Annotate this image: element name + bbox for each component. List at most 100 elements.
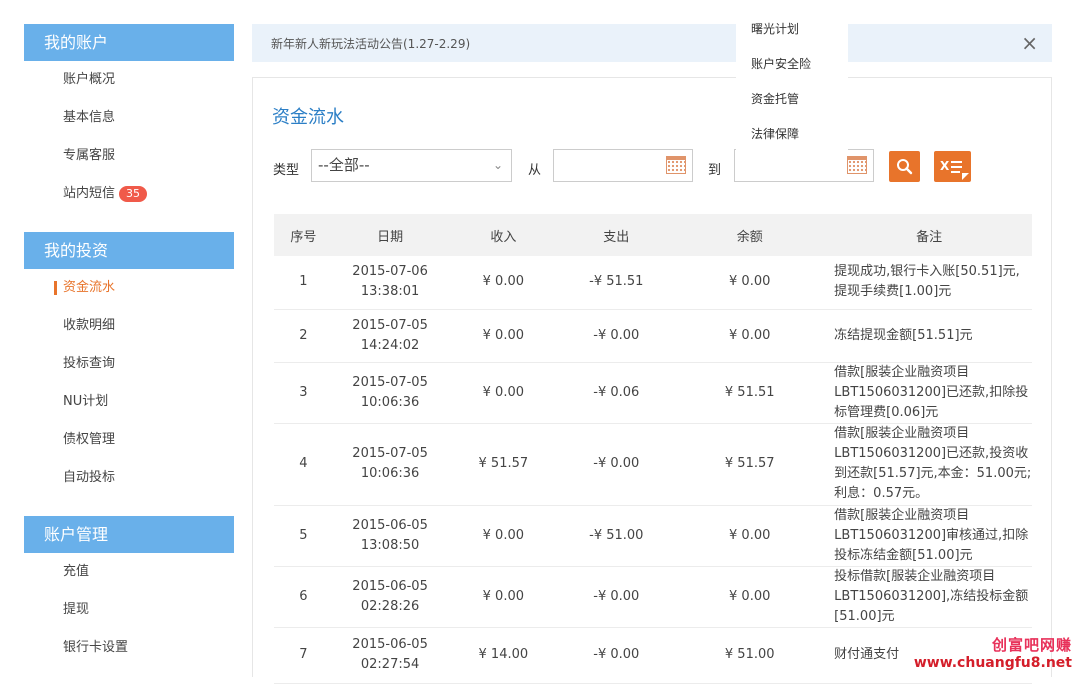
sidebar-header-account-management[interactable]: 账户管理 — [24, 516, 234, 553]
cell-expense: -¥ 0.00 — [559, 423, 674, 506]
cell-expense: -¥ 51.51 — [559, 256, 674, 310]
sidebar-item-bank-card-settings[interactable]: 银行卡设置 — [24, 629, 234, 667]
column-header-seq: 序号 — [274, 214, 333, 256]
watermark-url: www.chuangfu8.net — [913, 655, 1072, 671]
cell-expense: -¥ 0.06 — [559, 362, 674, 424]
sidebar-item-basic-info[interactable]: 基本信息 — [24, 99, 234, 137]
search-button[interactable] — [889, 151, 920, 182]
cell-seq: 3 — [274, 362, 333, 424]
cell-balance: ¥ 0.00 — [673, 566, 827, 628]
search-icon — [897, 159, 913, 175]
cell-income: ¥ 0.00 — [447, 505, 560, 567]
type-label: 类型 — [273, 163, 300, 178]
cell-date-time: 02:28:26 — [360, 598, 420, 614]
cell-date: 2015-07-06 13:38:01 — [332, 256, 448, 310]
start-date-input[interactable] — [553, 149, 693, 182]
sidebar-item-bid-query[interactable]: 投标查询 — [24, 345, 234, 383]
table-row: 2 2015-07-05 14:24:02 ¥ 0.00 -¥ 0.00 ¥ 0.00 冻结… — [274, 309, 1032, 363]
sidebar-group-investment: 我的投资 资金流水 收款明细 投标查询 NU计划 债权管理 自动投标 — [24, 232, 234, 497]
table-row: 3 2015-07-05 10:06:36 ¥ 0.00 -¥ 0.06 ¥ 51.51 借… — [274, 362, 1032, 424]
note-line: LBT1506031200],冻结投标金额 — [834, 588, 1029, 604]
column-header-income: 收入 — [447, 214, 560, 256]
cell-seq: 6 — [274, 566, 333, 628]
sidebar: 我的账户 账户概况 基本信息 专属客服 站内短信 35 我的投资 资金流水 收款明… — [24, 24, 234, 667]
cell-balance: ¥ 51.51 — [673, 362, 827, 424]
sidebar-header-my-investment[interactable]: 我的投资 — [24, 232, 234, 269]
unread-count-badge: 35 — [119, 185, 148, 202]
type-select[interactable]: --全部-- ⌄ — [311, 149, 512, 182]
cell-seq: 4 — [274, 423, 333, 506]
dropdown-item-fund-custody[interactable]: 资金托管 — [736, 82, 848, 117]
close-icon[interactable]: × — [1021, 31, 1038, 55]
cell-date-day: 2015-07-05 — [352, 317, 428, 333]
announcement-text[interactable]: 新年新人新玩法活动公告(1.27-2.29) — [271, 35, 470, 52]
cell-expense: -¥ 0.00 — [559, 566, 674, 628]
table-row: 5 2015-06-05 13:08:50 ¥ 0.00 -¥ 51.00 ¥ 0.00 借… — [274, 505, 1032, 567]
sidebar-item-debt-management[interactable]: 债权管理 — [24, 421, 234, 459]
cell-date-day: 2015-06-05 — [352, 517, 428, 533]
dropdown-item-legal-protection[interactable]: 法律保障 — [736, 117, 848, 152]
sidebar-group-account: 我的账户 账户概况 基本信息 专属客服 站内短信 35 — [24, 24, 234, 213]
cell-date-day: 2015-06-05 — [352, 578, 428, 594]
export-excel-button[interactable]: X — [934, 151, 971, 182]
table-row: 6 2015-06-05 02:28:26 ¥ 0.00 -¥ 0.00 ¥ 0.00 投标… — [274, 566, 1032, 628]
dropdown-item-account-insurance[interactable]: 账户安全险 — [736, 47, 848, 82]
cell-note: 借款[服装企业融资项目 LBT1506031200]已还款,扣除投 标管理费[0.0… — [826, 362, 1032, 424]
cell-date-day: 2015-07-06 — [352, 264, 428, 280]
sidebar-header-my-account[interactable]: 我的账户 — [24, 24, 234, 61]
sidebar-item-messages[interactable]: 站内短信 35 — [24, 175, 234, 213]
fund-flow-table: 序号 日期 收入 支出 余额 备注 1 2015-07-06 13:38:01 ¥ 0… — [274, 214, 1032, 684]
cell-date: 2015-07-05 10:06:36 — [332, 423, 448, 506]
end-date-input[interactable] — [734, 149, 874, 182]
cell-seq: 5 — [274, 505, 333, 567]
cell-expense: -¥ 0.00 — [559, 309, 674, 363]
sidebar-item-receipt-details[interactable]: 收款明细 — [24, 307, 234, 345]
announcement-bar: 新年新人新玩法活动公告(1.27-2.29) × — [252, 24, 1052, 62]
note-line: 投标借款[服装企业融资项目 — [834, 568, 996, 584]
dropdown-item-dawn-plan[interactable]: 曙光计划 — [736, 12, 848, 47]
calendar-icon[interactable] — [666, 156, 686, 174]
cell-date-time: 10:06:36 — [360, 394, 420, 410]
column-header-date: 日期 — [332, 214, 448, 256]
note-line: 投标冻结金额[51.00]元 — [834, 547, 973, 563]
cell-date-day: 2015-07-05 — [352, 374, 428, 390]
cell-expense: -¥ 0.00 — [559, 627, 674, 684]
cell-balance: ¥ 51.00 — [673, 627, 827, 684]
column-header-expense: 支出 — [559, 214, 674, 256]
cell-date-time: 02:27:54 — [360, 657, 420, 672]
note-line: LBT1506031200]已还款,扣除投 — [834, 384, 1029, 400]
sidebar-item-auto-bid[interactable]: 自动投标 — [24, 459, 234, 497]
sidebar-item-withdraw[interactable]: 提现 — [24, 591, 234, 629]
sidebar-item-nu-plan[interactable]: NU计划 — [24, 383, 234, 421]
cell-date-time: 13:38:01 — [360, 284, 420, 300]
calendar-icon[interactable] — [847, 156, 867, 174]
table-row: 1 2015-07-06 13:38:01 ¥ 0.00 -¥ 51.51 ¥ 0.00 提… — [274, 256, 1032, 310]
note-line: LBT1506031200]审核通过,扣除 — [834, 527, 1029, 543]
cell-note: 投标借款[服装企业融资项目 LBT1506031200],冻结投标金额 [51.00… — [826, 566, 1032, 628]
cell-income: ¥ 14.00 — [447, 627, 560, 684]
to-label: 到 — [708, 163, 722, 178]
note-line: 到还款[51.57]元,本金：51.00元; — [834, 466, 1032, 481]
cell-date: 2015-06-05 02:28:26 — [332, 566, 448, 628]
note-line: 利息：0.57元。 — [834, 486, 929, 501]
column-header-balance: 余额 — [673, 214, 827, 256]
fund-flow-panel: 资金流水 类型 --全部-- ⌄ 从 到 X 序号 日期 收入 支出 余额 备注… — [252, 77, 1052, 684]
watermark-name: 创富吧网赚 — [991, 636, 1072, 654]
note-line: LBT1506031200]已还款,投资收 — [834, 446, 1029, 461]
sidebar-group-account-management: 账户管理 充值 提现 银行卡设置 — [24, 516, 234, 667]
cell-seq: 1 — [274, 256, 333, 310]
cell-income: ¥ 51.57 — [447, 423, 560, 506]
sidebar-item-customer-service[interactable]: 专属客服 — [24, 137, 234, 175]
cell-date-time: 13:08:50 — [360, 537, 420, 553]
note-line: 借款[服装企业融资项目 — [834, 364, 970, 380]
sidebar-item-label: 站内短信 — [63, 186, 116, 201]
cell-income: ¥ 0.00 — [447, 309, 560, 363]
sidebar-item-recharge[interactable]: 充值 — [24, 553, 234, 591]
cell-date: 2015-07-05 10:06:36 — [332, 362, 448, 424]
cell-date-day: 2015-07-05 — [352, 446, 428, 461]
cell-seq: 2 — [274, 309, 333, 363]
sidebar-item-account-overview[interactable]: 账户概况 — [24, 61, 234, 99]
sidebar-item-fund-flow[interactable]: 资金流水 — [24, 269, 234, 307]
cell-date-time: 14:24:02 — [360, 337, 420, 353]
note-line: 借款[服装企业融资项目 — [834, 426, 970, 441]
